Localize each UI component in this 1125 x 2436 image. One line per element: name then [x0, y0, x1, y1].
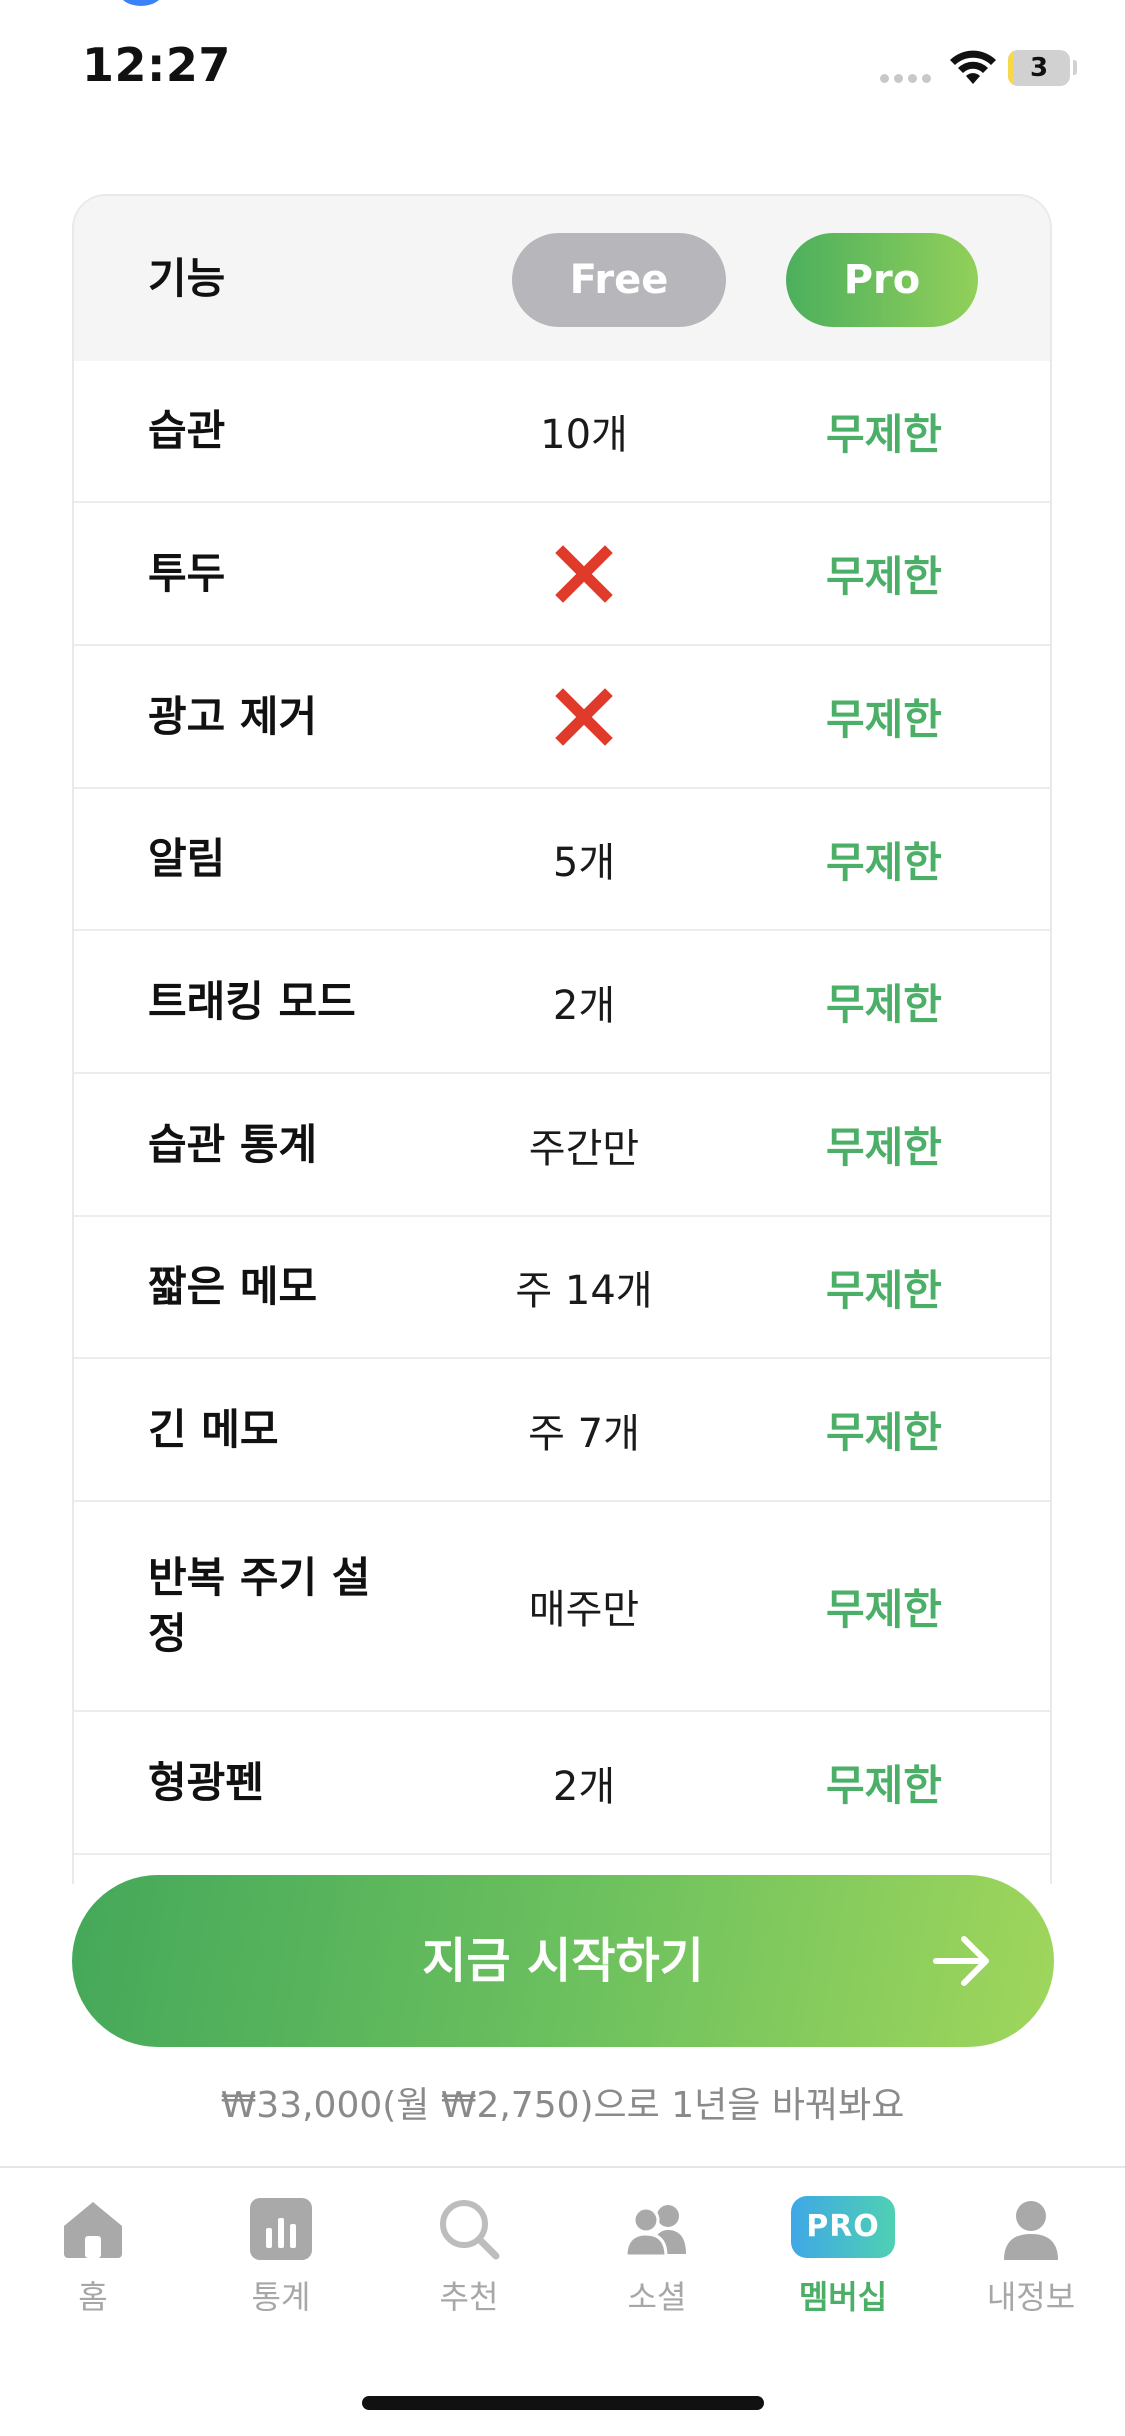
tab-recommend-label: 추천	[439, 2278, 499, 2316]
free-value	[414, 646, 754, 787]
free-value: 5개	[552, 840, 616, 886]
wifi-icon	[950, 50, 996, 84]
feature-name: 습관 통계	[148, 1119, 318, 1169]
table-row: 습관 통계 주간만 무제한	[74, 1074, 1050, 1217]
feature-name: 짧은 메모	[148, 1262, 318, 1311]
status-bar: 12:27 3	[0, 0, 1125, 130]
tab-my-info-label: 내정보	[986, 2278, 1076, 2316]
status-time: 12:27	[82, 38, 231, 92]
battery-cap	[1073, 60, 1077, 75]
battery-percent: 3	[1029, 53, 1049, 83]
tab-social[interactable]: 소셜	[582, 2196, 732, 2326]
feature-name: 반복 주기 설정	[148, 1553, 371, 1658]
table-row: 광고 제거 무제한	[74, 646, 1050, 789]
pro-value: 무제한	[826, 1123, 942, 1172]
tab-home[interactable]: 홈	[18, 2196, 168, 2326]
feature-name: 트래킹 모드	[148, 976, 356, 1026]
table-row: 긴 메모 주 7개 무제한	[74, 1359, 1050, 1502]
start-now-button[interactable]: 지금 시작하기	[72, 1875, 1054, 2047]
table-row: 트래킹 모드 2개 무제한	[74, 931, 1050, 1074]
free-value: 2개	[552, 982, 616, 1029]
pro-value: 무제한	[826, 980, 942, 1029]
cross-mark-icon	[555, 687, 613, 746]
pro-value: 무제한	[826, 552, 942, 601]
free-value: 2개	[552, 1763, 616, 1810]
feature-name: 알림	[148, 834, 226, 883]
cross-mark-icon	[555, 544, 613, 603]
tab-membership-label: 멤버십	[798, 2278, 888, 2316]
free-value: 주 14개	[515, 1268, 653, 1314]
free-value: 주간만	[528, 1125, 640, 1172]
table-row: 반복 주기 설정 매주만 무제한	[74, 1502, 1050, 1712]
feature-name: 습관	[148, 406, 226, 455]
home-indicator	[362, 2396, 764, 2410]
plan-comparison-table: 기능 Free Pro 습관 10개 무제한 투두 무제한 광고 제거 무제한 알림 5개 무제한…	[72, 194, 1052, 1884]
tab-my-info[interactable]: 내정보	[956, 2196, 1106, 2326]
feature-name: 긴 메모	[148, 1404, 279, 1454]
membership-screen: 12:27 3 기능 Free Pro 습관 10개 무제한 투두 무제한 광고 제거 무제…	[0, 0, 1125, 2436]
feature-column-header: 기능	[148, 254, 226, 303]
table-row: 형광펜 2개 무제한	[74, 1712, 1050, 1855]
feature-name: 투두	[148, 548, 226, 598]
pro-value: 무제한	[826, 837, 942, 887]
feature-name: 광고 제거	[148, 691, 318, 741]
free-plan-pill: Free	[512, 233, 726, 327]
pro-value: 무제한	[826, 1408, 942, 1457]
tab-social-label: 소셜	[627, 2278, 687, 2316]
start-now-label: 지금 시작하기	[422, 1933, 704, 1989]
search-icon	[440, 2200, 500, 2260]
people-icon	[624, 2205, 686, 2258]
table-row: 짧은 메모 주 14개 무제한	[74, 1217, 1050, 1359]
table-row: 알림 5개 무제한	[74, 789, 1050, 931]
tab-home-label: 홈	[78, 2278, 108, 2316]
cellular-signal-icon	[880, 74, 931, 83]
pro-badge-icon: PRO	[791, 2196, 895, 2258]
feature-name: 형광펜	[148, 1757, 264, 1807]
tab-membership[interactable]: PRO 멤버십	[768, 2196, 918, 2326]
tab-stats-label: 통계	[251, 2278, 311, 2316]
table-header: 기능 Free Pro	[74, 196, 1050, 361]
table-body: 습관 10개 무제한 투두 무제한 광고 제거 무제한 알림 5개 무제한 트래킹 모드 2개 무제한 습…	[74, 361, 1050, 1855]
home-icon	[64, 2202, 122, 2258]
free-value: 10개	[540, 412, 628, 458]
pro-value: 무제한	[826, 1265, 942, 1315]
price-note: ₩33,000(월 ₩2,750)으로 1년을 바꿔봐요	[220, 2085, 905, 2126]
table-row: 습관 10개 무제한	[74, 361, 1050, 503]
arrow-right-icon	[933, 1936, 989, 1986]
pro-value: 무제한	[826, 1584, 942, 1634]
pro-value: 무제한	[826, 695, 942, 744]
free-value	[414, 503, 754, 644]
free-value: 매주만	[528, 1587, 640, 1633]
notification-dot	[118, 0, 164, 6]
person-icon	[1004, 2201, 1058, 2260]
chart-icon	[250, 2198, 312, 2260]
table-row: 투두 무제한	[74, 503, 1050, 646]
tab-stats[interactable]: 통계	[206, 2196, 356, 2326]
pro-value: 무제한	[826, 1761, 942, 1810]
battery-icon: 3	[1008, 50, 1070, 86]
pro-plan-pill: Pro	[786, 233, 978, 327]
tab-recommend[interactable]: 추천	[394, 2196, 544, 2326]
pro-value: 무제한	[826, 409, 942, 459]
free-value: 주 7개	[528, 1410, 640, 1457]
